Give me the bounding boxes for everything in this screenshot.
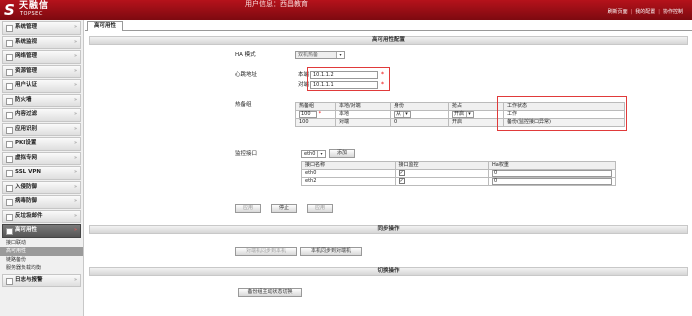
tab-bar: 高可用性 [85, 20, 692, 31]
collapse-arrow-icon: » [73, 227, 77, 233]
user-info: 用户信息：西昌教育 [245, 0, 308, 8]
expand-arrow-icon: » [73, 38, 77, 45]
stop-button[interactable]: 停止 [271, 204, 297, 213]
expand-arrow-icon: » [73, 183, 77, 190]
tab-high-availability[interactable]: 高可用性 [87, 21, 124, 31]
monitor-table: 接口名称 接口监控 Ha权重 eth0 ✓ 0 eth2 ✓ 0 [301, 161, 616, 186]
expand-arrow-icon: » [73, 96, 77, 103]
monitor-interface-select[interactable]: eth0 ▾ [301, 150, 326, 158]
sidebar: 系统管理» 系统监视» 网络管理» 资源管理» 用户认证» 防火墙» 内容过滤»… [0, 20, 84, 316]
sidebar-item-log-alarm[interactable]: 日志与报警» [2, 273, 81, 287]
expand-arrow-icon: » [73, 67, 77, 74]
heartbeat-label: 心跳地址 [235, 72, 258, 78]
sidebar-item-firewall[interactable]: 防火墙» [2, 93, 81, 107]
monitor-label: 监控接口 [235, 151, 258, 157]
collab-control-link[interactable]: 协作控制 [660, 9, 686, 15]
expand-arrow-icon: » [73, 212, 77, 219]
sidebar-item-vpn[interactable]: 虚拟专网» [2, 151, 81, 165]
expand-arrow-icon: » [73, 82, 77, 88]
chevron-down-icon: ▾ [317, 151, 325, 157]
expand-arrow-icon: » [73, 111, 77, 117]
group-cell: 100 [295, 118, 336, 127]
sidebar-subitem-interface-link[interactable]: 接口联动 [0, 239, 83, 248]
preempt-cell: 开启 [448, 118, 504, 127]
switch-state-button[interactable]: 备份组主动状态切换 [238, 288, 302, 297]
sidebar-item-network[interactable]: 网络管理» [2, 50, 81, 64]
chevron-down-icon: ▾ [403, 112, 409, 117]
weight-input[interactable]: 0 [492, 170, 612, 177]
apply-button[interactable]: 应用 [235, 204, 261, 213]
ha-mode-select[interactable]: 双机热备 ▾ [295, 51, 345, 59]
sidebar-item-content-filter[interactable]: 内容过滤» [2, 108, 81, 122]
logo-mark: S [4, 1, 15, 19]
role-select[interactable]: 从 ▾ [394, 111, 412, 118]
sidebar-item-ips[interactable]: 入侵防御» [2, 180, 81, 194]
sidebar-subitem-ha[interactable]: 高可用性 [0, 247, 83, 256]
sidebar-item-user-auth[interactable]: 用户认证» [2, 79, 81, 93]
sidebar-item-ssl-vpn[interactable]: SSL VPN» [2, 166, 81, 180]
sidebar-item-high-availability[interactable]: 高可用性» [2, 224, 81, 238]
config-section-title: 高可用性配置 [89, 36, 688, 45]
expand-arrow-icon: » [73, 276, 77, 283]
table-row: eth0 ✓ 0 [301, 169, 616, 178]
chevron-down-icon: ▾ [466, 112, 472, 117]
column-header: 抢占 [448, 102, 504, 111]
top-links: 刷新页面 | 我的配置 | 协作控制 [605, 9, 686, 16]
expand-arrow-icon: » [73, 140, 77, 146]
logo-name-en: TOPSEC [20, 11, 43, 17]
expand-arrow-icon: » [73, 154, 77, 161]
sidebar-item-antivirus[interactable]: 病毒防御» [2, 195, 81, 209]
expand-arrow-icon: » [73, 198, 77, 204]
required-mark: * [318, 111, 322, 117]
expand-arrow-icon: » [73, 169, 77, 175]
switch-section-title: 切换操作 [89, 267, 688, 276]
preempt-select[interactable]: 开启 ▾ [452, 111, 475, 118]
main-content: 高可用性 高可用性配置 HA 模式 双机热备 ▾ 心跳地址 本端 10.1.1.… [85, 20, 692, 316]
add-button[interactable]: 添加 [329, 149, 355, 158]
weight-input[interactable]: 0 [492, 178, 612, 185]
topsec-logo: S 天融信 TOPSEC [4, 1, 74, 19]
expand-arrow-icon: » [73, 53, 77, 59]
apply-button-2[interactable]: 应用 [307, 204, 333, 213]
sidebar-subitem-link-backup[interactable]: 链路备份 [0, 256, 83, 265]
sync-local-to-peer-button[interactable]: 本机同步到对端机 [300, 247, 362, 256]
expand-arrow-icon: » [73, 24, 77, 30]
interface-name-cell: eth2 [301, 177, 396, 186]
role-cell: 0 [390, 118, 449, 127]
ha-mode-label: HA 模式 [235, 52, 256, 58]
side-cell: 对端 [335, 118, 391, 127]
interface-name-cell: eth0 [301, 169, 396, 178]
sidebar-item-pki[interactable]: PKI设置» [2, 137, 81, 151]
column-header: 接口名称 [301, 161, 396, 170]
column-header: 接口监控 [394, 161, 490, 170]
sidebar-item-system-management[interactable]: 系统管理» [2, 21, 81, 35]
table-header-row: 接口名称 接口监控 Ha权重 [301, 161, 616, 170]
side-cell: 本地 [335, 110, 391, 119]
hotgroup-label: 热备组 [235, 102, 252, 108]
my-config-link[interactable]: 我的配置 [632, 9, 658, 15]
column-header: Ha权重 [488, 161, 616, 170]
sidebar-subitem-slb[interactable]: 服务器负载均衡 [0, 264, 83, 273]
sidebar-item-antispam[interactable]: 反垃圾邮件» [2, 209, 81, 223]
column-header: 身份 [390, 102, 449, 111]
highlight-box [497, 96, 627, 131]
top-header: S 天融信 TOPSEC 用户信息：西昌教育 刷新页面 | 我的配置 | 协作控制 [0, 0, 692, 20]
table-row: eth2 ✓ 0 [301, 177, 616, 186]
sync-section-title: 同步操作 [89, 225, 688, 234]
highlight-box [307, 67, 390, 91]
sidebar-item-system-monitor[interactable]: 系统监视» [2, 35, 81, 49]
sync-peer-to-local-button[interactable]: 对端机同步到本机 [235, 247, 297, 256]
column-header: 本地/对端 [335, 102, 391, 111]
expand-arrow-icon: » [73, 125, 77, 132]
monitor-checkbox[interactable]: ✓ [398, 170, 405, 176]
chevron-down-icon: ▾ [336, 52, 344, 58]
sidebar-item-app-identify[interactable]: 应用识别» [2, 122, 81, 136]
group-id-input[interactable]: 100 [299, 111, 317, 118]
refresh-page-link[interactable]: 刷新页面 [605, 9, 631, 15]
column-header: 热备组 [295, 102, 336, 111]
monitor-checkbox[interactable]: ✓ [398, 178, 405, 184]
sidebar-item-resources[interactable]: 资源管理» [2, 64, 81, 78]
